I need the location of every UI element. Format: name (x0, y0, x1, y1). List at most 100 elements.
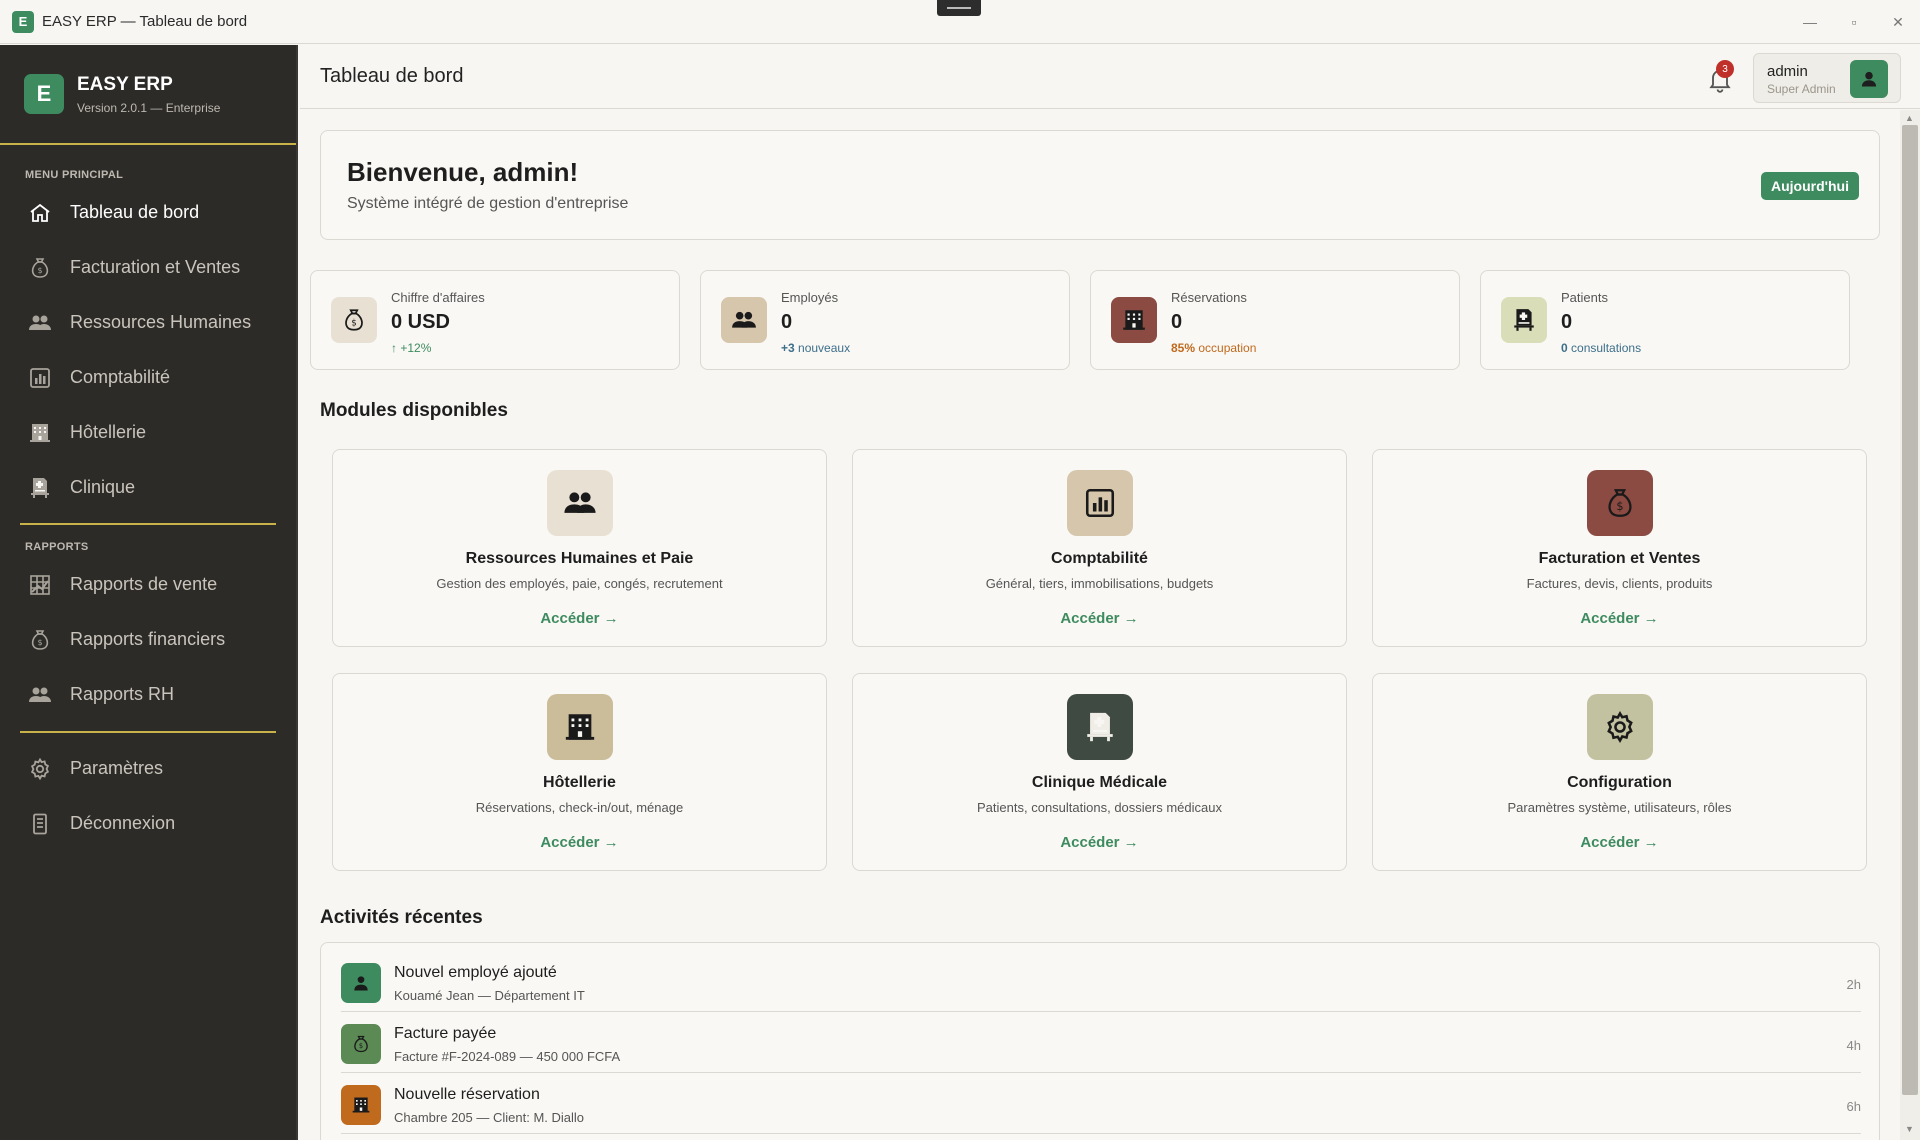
module-card-configuration[interactable]: Configuration Paramètres système, utilisa… (1372, 673, 1867, 871)
activity-subtitle: Kouamé Jean — Département IT (394, 988, 585, 1003)
money-bag-icon: $ (1587, 470, 1653, 536)
module-access-link[interactable]: Accéder → (1373, 834, 1866, 851)
stat-label: Patients (1561, 290, 1608, 305)
module-card-comptabilite[interactable]: Comptabilité Général, tiers, immobilisati… (852, 449, 1347, 647)
window-title: EASY ERP — Tableau de bord (42, 13, 248, 30)
sidebar-item-rapports-financiers[interactable]: $ Rapports financiers (0, 612, 296, 667)
sidebar-item-facturation-et-ventes[interactable]: $ Facturation et Ventes (0, 240, 296, 295)
module-access-link[interactable]: Accéder → (853, 610, 1346, 627)
stat-card: $ Chiffre d'affaires 0 USD ↑ +12% (310, 270, 680, 370)
recent-activities: Nouvel employé ajouté Kouamé Jean — Dépar… (320, 942, 1880, 1140)
activity-title: Nouvel employé ajouté (394, 964, 557, 981)
module-title: Comptabilité (1051, 550, 1148, 567)
stat-trend-value: ↑ +12% (391, 341, 432, 355)
module-access-link[interactable]: Accéder → (853, 834, 1346, 851)
stat-value: 0 (1171, 311, 1183, 333)
logout-icon (27, 811, 53, 837)
welcome-title: Bienvenue, admin! (347, 157, 579, 187)
stat-label: Employés (781, 290, 839, 305)
stat-value: 0 USD (391, 311, 450, 333)
module-title: Clinique Médicale (1031, 774, 1168, 791)
sidebar-item-label: Facturation et Ventes (70, 257, 241, 277)
sidebar-item-clinique[interactable]: Clinique (0, 460, 296, 515)
app-logo-icon: E (12, 10, 34, 33)
sidebar-item-hotellerie[interactable]: Hôtellerie (0, 405, 296, 460)
svg-text:$: $ (1616, 499, 1623, 513)
minimize-button[interactable]: — (1788, 0, 1832, 44)
stat-card: Patients 0 0 consultations (1480, 270, 1850, 370)
sidebar-item-parametres[interactable]: Paramètres (0, 741, 296, 796)
sidebar-item-deconnexion[interactable]: Déconnexion (0, 796, 296, 851)
reports-menu-label: RAPPORTS (25, 541, 89, 553)
stat-trend-value: 0 (1561, 341, 1568, 355)
user-role: Super Admin (1767, 82, 1836, 96)
activity-item: $ Facture payée Facture #F-2024-089 — 450 … (341, 1012, 1861, 1073)
user-menu[interactable]: admin Super Admin (1753, 53, 1901, 103)
stat-trend: 85% occupation (1171, 341, 1256, 355)
sidebar-item-label: Rapports de vente (70, 574, 218, 594)
top-header: Tableau de bord 3 admin Super Admin (300, 45, 1920, 109)
hotel-icon (1111, 297, 1157, 343)
sidebar-item-rapports-de-vente[interactable]: Rapports de vente (0, 557, 296, 612)
scroll-up-icon[interactable]: ▲ (1905, 113, 1914, 123)
clinic-icon (1067, 694, 1133, 760)
module-description: Général, tiers, immobilisations, budgets (985, 576, 1214, 591)
brand-logo-icon: E (24, 74, 64, 114)
sales-chart-icon (27, 572, 53, 598)
module-title: Configuration (1567, 774, 1672, 791)
module-title: Facturation et Ventes (1538, 550, 1701, 567)
stat-trend-label: consultations (1567, 341, 1642, 355)
stat-trend-value: +3 (781, 341, 795, 355)
module-card-hotellerie[interactable]: Hôtellerie Réservations, check-in/out, mé… (332, 673, 827, 871)
sidebar-item-label: Déconnexion (70, 813, 176, 833)
drag-handle[interactable] (937, 0, 981, 16)
module-description: Patients, consultations, dossiers médica… (977, 800, 1222, 815)
stat-card: Réservations 0 85% occupation (1090, 270, 1460, 370)
sidebar-item-tableau-de-bord[interactable]: Tableau de bord (0, 185, 296, 240)
today-button[interactable]: Aujourd'hui (1761, 172, 1859, 200)
sidebar-item-label: Rapports financiers (70, 629, 226, 649)
stat-label: Réservations (1171, 290, 1247, 305)
stat-label: Chiffre d'affaires (391, 290, 485, 305)
people-icon (27, 310, 53, 336)
user-name: admin (1767, 63, 1808, 80)
gear-icon (1587, 694, 1653, 760)
hotel-icon (27, 420, 53, 446)
sidebar-item-ressources-humaines[interactable]: Ressources Humaines (0, 295, 296, 350)
sidebar-item-comptabilite[interactable]: Comptabilité (0, 350, 296, 405)
svg-text:$: $ (351, 318, 357, 328)
notification-badge: 3 (1716, 60, 1734, 78)
module-card-facturation-et-ventes[interactable]: $ Facturation et Ventes Factures, devis, c… (1372, 449, 1867, 647)
home-icon (27, 200, 53, 226)
welcome-card: Bienvenue, admin! Système intégré de ges… (320, 130, 1880, 240)
module-access-link[interactable]: Accéder → (333, 834, 826, 851)
scrollbar-thumb[interactable] (1902, 125, 1918, 1095)
close-button[interactable]: ✕ (1876, 0, 1920, 44)
activity-time: 6h (1846, 1099, 1861, 1114)
stat-trend: ↑ +12% (391, 341, 431, 355)
sidebar-item-rapports-rh[interactable]: Rapports RH (0, 667, 296, 722)
svg-text:$: $ (37, 638, 42, 647)
module-access-link[interactable]: Accéder → (333, 610, 826, 627)
chart-icon (27, 365, 53, 391)
scroll-down-icon[interactable]: ▼ (1905, 1124, 1914, 1134)
stat-trend: 0 consultations (1561, 341, 1641, 355)
stat-trend: +3 nouveaux (781, 341, 850, 355)
module-title: Ressources Humaines et Paie (465, 550, 694, 567)
module-access-link[interactable]: Accéder → (1373, 610, 1866, 627)
module-description: Gestion des employés, paie, congés, recr… (436, 576, 723, 591)
stat-trend-label: occupation (1195, 341, 1257, 355)
maximize-button[interactable]: ▫ (1832, 0, 1876, 44)
activity-title: Nouvelle réservation (394, 1086, 540, 1103)
module-card-ressources-humaines-et-paie[interactable]: Ressources Humaines et Paie Gestion des e… (332, 449, 827, 647)
sidebar-item-label: Clinique (70, 477, 136, 497)
activity-item: Nouvelle réservation Chambre 205 — Client… (341, 1073, 1861, 1134)
hotel-icon (341, 1085, 381, 1125)
activity-time: 2h (1846, 977, 1861, 992)
svg-text:$: $ (359, 1042, 363, 1050)
activity-title: Facture payée (394, 1025, 497, 1042)
stat-trend-label: nouveaux (794, 341, 851, 355)
activity-time: 4h (1846, 1038, 1861, 1053)
brand-version: Version 2.0.1 — Enterprise (77, 100, 221, 115)
module-card-clinique-medicale[interactable]: Clinique Médicale Patients, consultations… (852, 673, 1347, 871)
